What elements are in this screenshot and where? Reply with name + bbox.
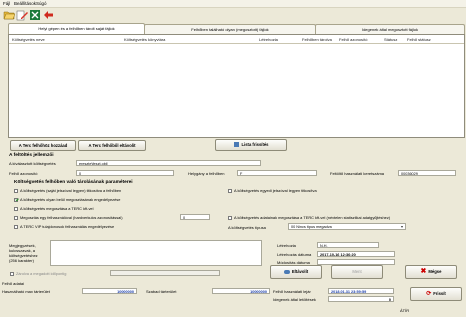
remove-from-cloud-button[interactable]: A Terc felhőből eltávolít	[78, 140, 146, 151]
checkbox-box	[14, 215, 18, 220]
opt-share-terc-checkbox[interactable]: A költségvetés megosztása a TERC kft-vel	[14, 206, 93, 211]
unlock-date-field[interactable]	[110, 270, 220, 276]
refresh-list-button[interactable]: Lista frissítés	[215, 139, 287, 151]
budget-name-label: A kiválasztott költségvetés	[9, 161, 56, 166]
folder-open-icon[interactable]	[3, 9, 15, 21]
unlock-checkbox[interactable]: Zárolva a megadott időpontig	[10, 271, 66, 276]
opt-encrypt-label: A költségvetés (saját jelszóval legyen) …	[20, 188, 122, 193]
edit-icon[interactable]	[16, 9, 28, 21]
checkbox-box-checked	[14, 197, 18, 202]
col-header-name[interactable]: Költségvetés neve	[12, 36, 45, 43]
opt-encrypt-checkbox[interactable]: A költségvetés (saját jelszóval legyen) …	[14, 188, 121, 193]
checkbox-box	[14, 206, 18, 211]
params-title: Költségvetés felhőben való tárolásának p…	[14, 180, 133, 185]
chevron-down-icon	[401, 226, 403, 228]
refresh-icon: ⟳	[426, 291, 432, 297]
col-header-cloud-status[interactable]: Felhő státusz	[407, 36, 431, 43]
tab-foreign-shared[interactable]: Idegenek által megosztott fájlok	[315, 24, 465, 34]
refresh-list-label: Lista frissítés	[241, 142, 269, 147]
checkbox-box	[14, 188, 18, 193]
budget-name-field[interactable]: ereszte\feszt.obil	[76, 160, 261, 166]
col-header-dir[interactable]: Költségvetés könyvtára	[124, 36, 165, 43]
checkbox-box	[228, 188, 232, 193]
col-header-status[interactable]: Státusz	[384, 36, 397, 43]
created-by-label: Létrehozta	[277, 243, 296, 248]
save-button[interactable]: Ment	[331, 265, 383, 279]
checkbox-box	[10, 271, 14, 276]
budget-type-select[interactable]: 00 Nincs típus megadva	[288, 223, 406, 230]
budget-type-label: A költségvetés típusa	[228, 225, 266, 230]
local-field[interactable]: F	[237, 170, 317, 176]
cancel-button[interactable]: ✖ Mégse	[405, 265, 457, 279]
opt-vip-checkbox[interactable]: A TERC VIP tulajdonosok felhasználás eng…	[14, 224, 114, 229]
local-label: Helygány a felhőben	[188, 171, 225, 176]
opt-custom-pass-checkbox[interactable]: A költségvetés egyedi jelszóval legyen t…	[228, 188, 317, 193]
quota-title: Felhő adatai	[2, 281, 25, 286]
col-header-created-by[interactable]: Létrehozta	[259, 36, 278, 43]
downloads-label: Idegenek által letöltések	[273, 297, 316, 302]
opt-vip-label: A TERC VIP tulajdonosok felhasználás eng…	[20, 224, 115, 229]
cloud-id-field[interactable]: 0	[76, 170, 174, 176]
refresh-button-label: Frissít	[433, 291, 446, 297]
col-header-in-cloud[interactable]: Felhőben tárolva	[302, 36, 332, 43]
list-icon	[233, 142, 239, 148]
checkbox-box	[228, 215, 232, 220]
created-date-label: Létrehozás dátuma	[277, 252, 312, 257]
tab-local-files[interactable]: Helyi gépen és a felhőben tárolt saját f…	[8, 23, 145, 34]
limit-label: Feltöltő használati keretszáma	[330, 171, 385, 176]
notes-label: Megjegyzések, kulcsszavak, a költségveté…	[9, 243, 38, 263]
section-title-upload: A feltöltés jellemzői	[9, 153, 54, 158]
opt-share-user-checkbox[interactable]: Megosztás egy felhasználóval (hardverkul…	[14, 215, 123, 220]
menu-file[interactable]: Fájl	[3, 1, 10, 6]
menu-settings[interactable]: Beállítások	[14, 1, 36, 6]
free-storage-label: Szabad tárterület	[146, 289, 177, 294]
menu-bar: Fájl Beállítások Súgó	[0, 0, 466, 8]
created-by-field[interactable]: N.H.	[317, 242, 379, 248]
limit-field[interactable]: 00036029	[398, 170, 456, 176]
tab-cloud-shared[interactable]: Felhőben található olyan (megosztott) fá…	[144, 24, 316, 34]
opt-custom-pass-label: A költségvetés egyedi jelszóval legyen t…	[234, 188, 317, 193]
created-date-field[interactable]: 2017-10-16 12:36:20	[317, 251, 395, 257]
close-icon: ✖	[420, 268, 427, 275]
opt-anon-stats-label: A költségvetés adatainak megosztása a TE…	[234, 215, 391, 220]
add-to-cloud-button[interactable]: A Terc felhőhöz hozzáad	[10, 140, 76, 151]
cancel-button-label: Mégse	[428, 269, 442, 275]
expiry-field: 2018.01.31 23:59:59	[328, 288, 394, 294]
refresh-button[interactable]: ⟳ Frissít	[410, 287, 462, 301]
remove-button[interactable]: Eltávolít	[270, 265, 322, 279]
checkbox-box	[14, 224, 18, 229]
opt-share-terc-label: A költségvetés megosztása a TERC kft-vel	[20, 206, 94, 211]
expiry-label: Felhő használati lejár	[273, 289, 311, 294]
opt-anon-stats-checkbox[interactable]: A költségvetés adatainak megosztása a TE…	[228, 215, 390, 220]
col-header-cloud-id[interactable]: Felhő azonosító	[339, 36, 367, 43]
opt-internal-share-label: A költségvetés olyan belül megosztásának…	[20, 197, 121, 202]
menu-help[interactable]: Súgó	[36, 1, 47, 6]
unlock-label: Zárolva a megadott időpontig	[16, 271, 67, 276]
excel-icon[interactable]	[29, 9, 41, 21]
cloud-remove-icon	[283, 269, 290, 274]
budget-type-value: 00 Nincs típus megadva	[291, 225, 332, 229]
max-storage-field: 10000000	[82, 288, 137, 294]
header-divider	[9, 43, 464, 44]
free-storage-field: 10000000	[212, 288, 270, 294]
max-storage-label: Használható max tárterület	[2, 289, 50, 294]
opt-share-user-label: Megosztás egy felhasználóval (hardverkul…	[20, 215, 123, 220]
exit-icon[interactable]	[42, 9, 54, 21]
downloads-field: 0	[328, 296, 394, 302]
tab-strip: Helyi gépen és a felhőben tárolt saját f…	[8, 23, 465, 34]
share-user-field[interactable]: 0	[180, 214, 210, 220]
toolbar	[0, 8, 466, 22]
cloud-id-label: Felhő azonosító	[9, 171, 38, 176]
status-text: ÁTÍR	[400, 308, 410, 313]
remove-button-label: Eltávolít	[291, 269, 309, 274]
notes-textarea[interactable]	[50, 240, 262, 266]
opt-internal-share-checkbox[interactable]: A költségvetés olyan belül megosztásának…	[14, 197, 120, 202]
file-list-table[interactable]: Költségvetés neve Költségvetés könyvtára…	[8, 34, 465, 138]
